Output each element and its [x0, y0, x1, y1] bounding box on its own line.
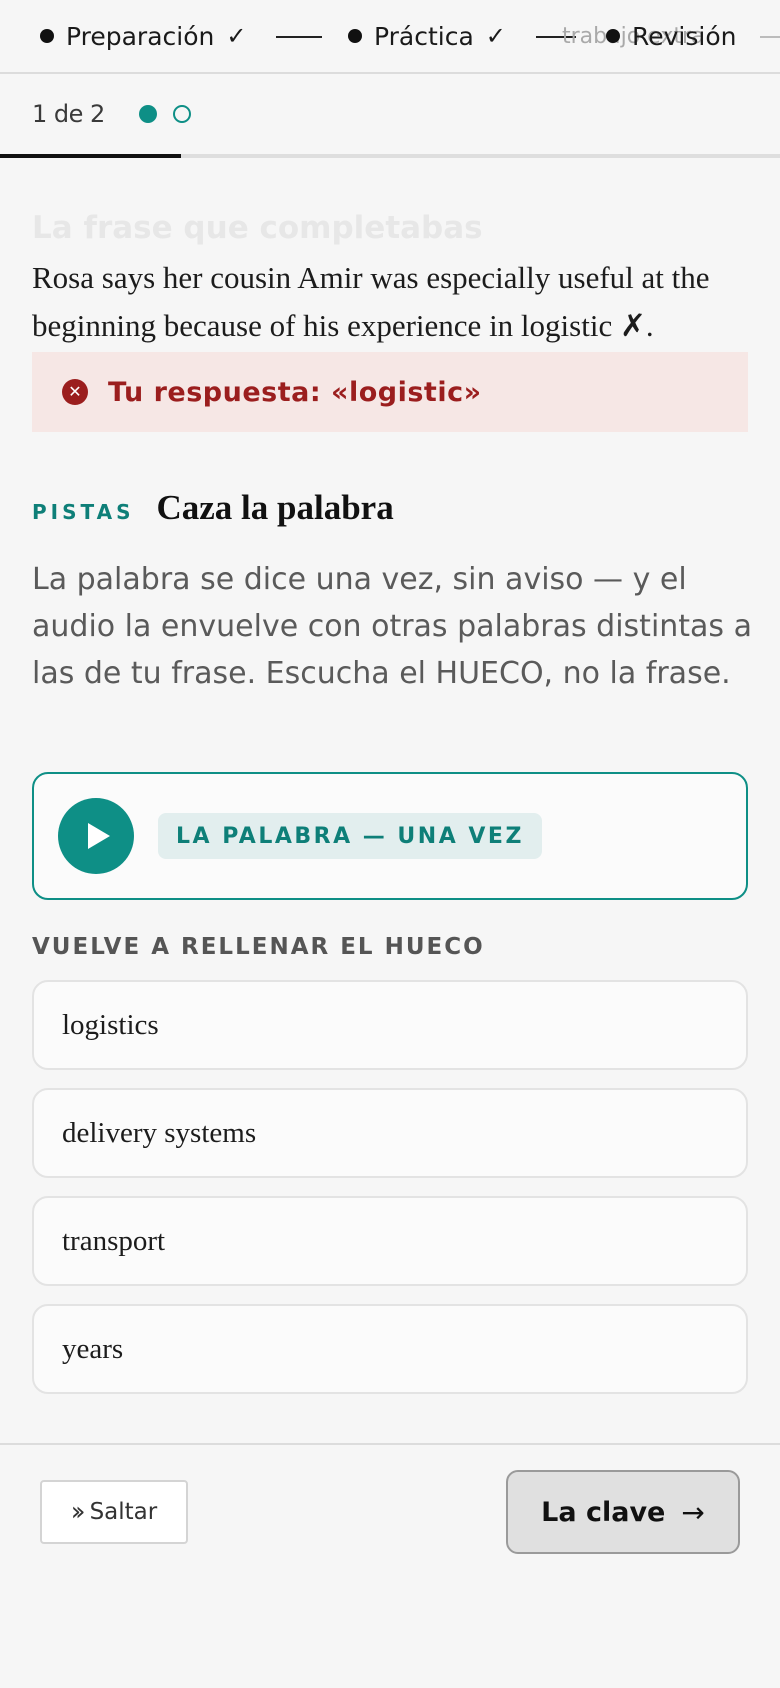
footer-divider	[0, 1443, 780, 1445]
completed-sentence: Rosa says her cousin Amir was especially…	[32, 260, 710, 343]
hints-header: PISTAS Caza la palabra	[32, 488, 394, 528]
hints-tag: PISTAS	[32, 500, 135, 524]
audio-label: LA PALABRA — UNA VEZ	[158, 813, 542, 859]
arrow-right-icon: →	[681, 1495, 705, 1529]
progress-dot-pending	[172, 105, 191, 123]
step-progress-header: Preparación ✓ Práctica ✓ trabajo extra R…	[0, 0, 780, 74]
hints-title: Caza la palabra	[156, 488, 394, 527]
question-counter: 1 de 2	[32, 100, 105, 128]
x-circle-icon: ✕	[62, 379, 88, 405]
answer-options: logistics delivery systems transport yea…	[32, 980, 748, 1412]
question-progress: 1 de 2	[32, 96, 207, 132]
double-chevron-right-icon: ››	[70, 1497, 86, 1527]
step-connector	[276, 36, 322, 38]
key-label: La clave	[541, 1496, 666, 1528]
skip-label: Saltar	[89, 1499, 158, 1525]
answer-option[interactable]: transport	[32, 1196, 748, 1286]
skip-button[interactable]: ›› Saltar	[40, 1480, 188, 1544]
step-connector	[760, 36, 780, 38]
step-revision: Revisión	[606, 20, 736, 52]
step-dot-icon	[40, 29, 54, 43]
check-icon: ✓	[226, 22, 247, 50]
reveal-key-button[interactable]: La clave →	[506, 1470, 740, 1554]
progress-bar	[0, 154, 780, 158]
step-label: Práctica	[374, 21, 474, 51]
answer-option[interactable]: years	[32, 1304, 748, 1394]
step-dot-icon	[348, 29, 362, 43]
step-preparacion: Preparación ✓	[40, 20, 246, 52]
progress-dots	[138, 105, 207, 123]
refill-label: VUELVE A RELLENAR EL HUECO	[32, 934, 485, 960]
play-icon	[88, 823, 110, 849]
faded-section-title: La frase que completabas	[32, 210, 483, 246]
step-label: Preparación	[66, 21, 215, 51]
audio-player-card: LA PALABRA — UNA VEZ	[32, 772, 748, 900]
step-dot-icon	[606, 29, 620, 43]
wrong-answer-banner: ✕ Tu respuesta: «logistic»	[32, 352, 748, 432]
play-button[interactable]	[58, 798, 134, 874]
answer-option[interactable]: logistics	[32, 980, 748, 1070]
step-practica: Práctica ✓	[348, 20, 506, 52]
user-answer-text: Tu respuesta: «logistic»	[108, 376, 482, 408]
progress-dot-current	[138, 105, 157, 123]
progress-bar-fill	[0, 154, 181, 158]
step-label: Revisión	[632, 21, 737, 51]
hint-text: La palabra se dice una vez, sin aviso — …	[32, 562, 752, 691]
answer-option[interactable]: delivery systems	[32, 1088, 748, 1178]
check-icon: ✓	[485, 22, 506, 50]
